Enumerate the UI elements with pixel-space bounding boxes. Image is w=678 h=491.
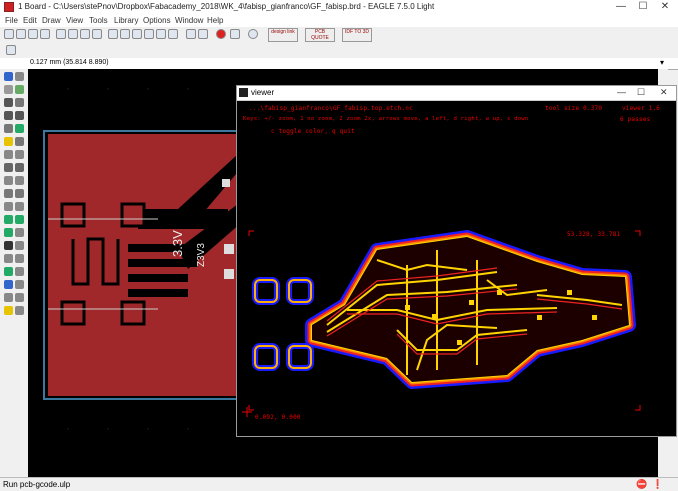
ratsnest-icon[interactable]	[15, 280, 24, 289]
smash-icon[interactable]	[4, 176, 13, 185]
stop-status-icon[interactable]: ⛔	[636, 479, 647, 490]
zoom-fit-icon[interactable]	[108, 29, 118, 39]
mirror-icon[interactable]	[4, 111, 13, 120]
viewer-title: viewer	[251, 88, 275, 97]
change-icon[interactable]	[15, 124, 24, 133]
viewer-close-button[interactable]: ✕	[660, 87, 668, 98]
diode-label: Z3V3	[196, 243, 207, 267]
print-icon[interactable]	[28, 29, 38, 39]
group-icon[interactable]	[4, 124, 13, 133]
voltage-label: 3.3V	[170, 230, 185, 257]
status-info-icon[interactable]: ❗	[652, 479, 663, 490]
copy-icon[interactable]	[15, 98, 24, 107]
ulp-icon[interactable]	[92, 29, 102, 39]
drc-icon[interactable]	[4, 306, 13, 315]
menu-options[interactable]: Options	[143, 16, 171, 25]
window-title: 1 Board - C:\Users\stePnov\Dropbox\Fabac…	[18, 2, 435, 11]
toolpath-preview	[242, 230, 641, 417]
title-bar: 1 Board - C:\Users\stePnov\Dropbox\Fabac…	[0, 0, 678, 14]
parameter-toolbar	[0, 43, 678, 59]
hole-icon[interactable]	[4, 267, 13, 276]
eagle-app-icon	[4, 2, 14, 12]
stop-icon[interactable]	[216, 29, 226, 39]
minimize-button[interactable]: —	[610, 0, 632, 14]
optimize-icon[interactable]	[15, 189, 24, 198]
rotate-icon[interactable]	[15, 111, 24, 120]
viewer-maximize-button[interactable]: ☐	[637, 87, 645, 98]
menu-view[interactable]: View	[66, 16, 83, 25]
text-icon[interactable]	[15, 215, 24, 224]
erc-icon[interactable]	[15, 293, 24, 302]
miter-icon[interactable]	[15, 176, 24, 185]
paste-icon[interactable]	[4, 137, 13, 146]
dimension-icon[interactable]	[4, 280, 13, 289]
grid-icon[interactable]	[6, 45, 16, 55]
ripup-icon[interactable]	[15, 202, 24, 211]
help-icon[interactable]	[248, 29, 258, 39]
split-icon[interactable]	[4, 189, 13, 198]
menu-file[interactable]: File	[5, 16, 18, 25]
delete-icon[interactable]	[15, 137, 24, 146]
zoom-last-icon[interactable]	[168, 29, 178, 39]
mark-icon[interactable]	[15, 85, 24, 94]
display-icon[interactable]	[4, 85, 13, 94]
main-toolbar: design link PCB QUOTE IDF TO 3D	[0, 27, 678, 44]
auto-icon[interactable]	[4, 293, 13, 302]
wire-icon[interactable]	[4, 215, 13, 224]
menu-edit[interactable]: Edit	[23, 16, 37, 25]
viewer-app-icon	[239, 88, 248, 97]
zoom-out-icon[interactable]	[132, 29, 142, 39]
menu-tools[interactable]: Tools	[89, 16, 108, 25]
pcb-quote-button[interactable]: PCB QUOTE	[305, 28, 335, 42]
info-icon[interactable]	[4, 72, 13, 81]
add-icon[interactable]	[4, 150, 13, 159]
menu-draw[interactable]: Draw	[42, 16, 61, 25]
status-message: Run pcb-gcode.ulp	[3, 480, 71, 489]
undo-icon[interactable]	[186, 29, 196, 39]
command-dropdown-icon[interactable]: ▾	[660, 58, 664, 67]
attribute-icon[interactable]	[15, 267, 24, 276]
close-button[interactable]: ✕	[654, 0, 676, 14]
menu-bar: File Edit Draw View Tools Library Option…	[0, 14, 678, 27]
viewer-title-bar: viewer — ☐ ✕	[237, 86, 676, 101]
go-icon[interactable]	[230, 29, 240, 39]
move-icon[interactable]	[4, 98, 13, 107]
cam-icon[interactable]	[40, 29, 50, 39]
arc-icon[interactable]	[15, 228, 24, 237]
menu-library[interactable]: Library	[114, 16, 138, 25]
zoom-select-icon[interactable]	[156, 29, 166, 39]
name-icon[interactable]	[15, 150, 24, 159]
signal-icon[interactable]	[15, 254, 24, 263]
rect-icon[interactable]	[4, 241, 13, 250]
script-icon[interactable]	[80, 29, 90, 39]
zoom-in-icon[interactable]	[120, 29, 130, 39]
circle-icon[interactable]	[4, 228, 13, 237]
schematic-icon[interactable]	[56, 29, 66, 39]
tool-palette	[0, 69, 29, 477]
zoom-redraw-icon[interactable]	[144, 29, 154, 39]
design-link-button[interactable]: design link	[268, 28, 298, 42]
open-icon[interactable]	[4, 29, 14, 39]
board-icon[interactable]	[68, 29, 78, 39]
save-icon[interactable]	[16, 29, 26, 39]
redo-icon[interactable]	[198, 29, 208, 39]
lock-icon[interactable]	[4, 163, 13, 172]
toolpath-pads	[252, 277, 314, 371]
errors-icon[interactable]	[15, 306, 24, 315]
menu-window[interactable]: Window	[175, 16, 203, 25]
viewer-window[interactable]: viewer — ☐ ✕ ...\fabisp_gianfranco\GF_fa…	[236, 85, 677, 437]
show-icon[interactable]	[15, 72, 24, 81]
polygon-icon[interactable]	[15, 241, 24, 250]
status-bar: Run pcb-gcode.ulp ⛔ ❗	[0, 477, 678, 491]
menu-help[interactable]: Help	[207, 16, 223, 25]
route-icon[interactable]	[4, 202, 13, 211]
value-icon[interactable]	[15, 163, 24, 172]
coordinate-readout: 0.127 mm (35.814 8.890)	[30, 59, 109, 66]
via-icon[interactable]	[4, 254, 13, 263]
idf-button[interactable]: IDF TO 3D	[342, 28, 372, 42]
maximize-button[interactable]: ☐	[632, 0, 654, 14]
viewer-minimize-button[interactable]: —	[617, 87, 626, 97]
